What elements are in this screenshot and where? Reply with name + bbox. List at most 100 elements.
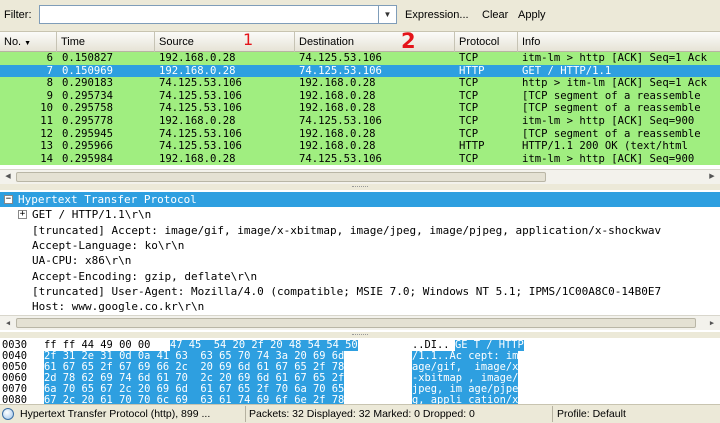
packet-no: 14 [40,152,53,165]
packet-time: 0.290183 [62,77,114,90]
packet-info: itm-lm > http [ACK] Seq=900 [522,115,695,127]
scrollbar-thumb[interactable] [16,318,696,328]
packet-protocol: TCP [459,52,479,64]
filter-input[interactable] [39,5,379,24]
packet-list-header: No. ▼ Time Source Destination Protocol In… [0,32,720,52]
packet-row[interactable]: 14 0.295984 192.168.0.28 74.125.53.106 TCP it… [0,152,720,166]
packet-info: [TCP segment of a reassemble [522,102,701,115]
packet-protocol: TCP [459,115,479,127]
packet-source: 74.125.53.106 [159,77,242,90]
packet-info: itm-lm > http [ACK] Seq=1 Ack [522,52,707,64]
filter-toolbar: Filter: ▼ Expression... Clear Apply [0,0,720,32]
detail-row[interactable]: Accept-Language: ko\r\n [0,238,720,253]
splitter-grip [352,186,368,188]
packet-info: [TCP segment of a reassemble [522,127,701,140]
scroll-right-icon[interactable]: ▶ [705,317,719,329]
expression-button[interactable]: Expression... [405,9,469,21]
column-header-time[interactable]: Time [57,32,155,52]
packet-row[interactable]: 7 0.150969 192.168.0.28 74.125.53.106 HTTP GE… [0,64,720,78]
packet-no: 11 [40,115,53,127]
detail-row[interactable]: [truncated] User-Agent: Mozilla/4.0 (com… [0,284,720,299]
collapse-icon[interactable]: − [4,195,13,204]
splitter-grip [352,334,368,336]
bytes-ascii-selected: g, appli cation/x [412,394,519,404]
scroll-right-icon[interactable]: ▶ [705,171,719,183]
packet-source: 74.125.53.106 [159,102,242,115]
detail-text: UA-CPU: x86\r\n [32,254,132,268]
detail-row[interactable]: Host: www.google.co.kr\r\n [0,299,720,314]
packet-protocol: HTTP [459,140,485,153]
packet-destination: 74.125.53.106 [299,115,382,127]
packet-row[interactable]: 11 0.295778 192.168.0.28 74.125.53.106 TCP it… [0,115,720,128]
apply-button[interactable]: Apply [518,9,546,21]
detail-text: Host: www.google.co.kr\r\n [32,300,205,314]
packet-list[interactable]: No. ▼ Time Source Destination Protocol In… [0,32,720,184]
detail-row[interactable]: Accept-Encoding: gzip, deflate\r\n [0,269,720,284]
packet-no: 12 [40,127,53,140]
packet-protocol: TCP [459,102,479,115]
packet-info: itm-lm > http [ACK] Seq=900 [522,152,695,165]
packet-protocol: TCP [459,152,479,165]
packet-destination: 192.168.0.28 [299,102,376,115]
detail-text: Hypertext Transfer Protocol [18,193,197,206]
packet-no: 10 [40,102,53,115]
packet-no: 9 [46,89,53,102]
detail-text: [truncated] User-Agent: Mozilla/4.0 (com… [32,284,662,298]
packet-time: 0.150969 [62,64,114,77]
detail-row[interactable]: + GET / HTTP/1.1\r\n [0,207,720,222]
detail-row[interactable]: [truncated] Accept: image/gif, image/x-x… [0,223,720,238]
status-protocol-text: Hypertext Transfer Protocol (http), 899 … [20,408,211,420]
scrollbar-thumb[interactable] [16,172,546,182]
packet-source: 74.125.53.106 [159,89,242,102]
packet-row[interactable]: 10 0.295758 74.125.53.106 192.168.0.28 TCP [T… [0,102,720,115]
detail-text: Accept-Encoding: gzip, deflate\r\n [32,269,258,283]
column-header-no[interactable]: No. ▼ [0,32,57,52]
packet-protocol: HTTP [459,64,485,77]
packet-row[interactable]: 12 0.295945 74.125.53.106 192.168.0.28 TCP [T… [0,127,720,141]
info-circle-icon[interactable] [2,408,14,420]
packet-destination: 74.125.53.106 [299,52,382,64]
packet-row[interactable]: 6 0.150827 192.168.0.28 74.125.53.106 TCP itm… [0,52,720,65]
packet-time: 0.295984 [62,152,114,165]
filter-label: Filter: [4,9,32,21]
packet-time: 0.295966 [62,140,114,153]
bytes-hex-selected: 67 2c 20 61 70 70 6c 69 63 61 74 69 6f 6… [44,394,345,404]
packet-source: 192.168.0.28 [159,64,236,77]
details-scrollbar[interactable]: ◀ ▶ [0,315,720,330]
status-profile[interactable]: Profile: Default [552,406,720,422]
column-header-source[interactable]: Source [155,32,295,52]
packet-time: 0.295778 [62,115,114,127]
packet-row[interactable]: 13 0.295966 74.125.53.106 192.168.0.28 HTTP H… [0,140,720,153]
scroll-left-icon[interactable]: ◀ [1,317,15,329]
detail-row[interactable]: UA-CPU: x86\r\n [0,253,720,268]
packet-source: 192.168.0.28 [159,52,236,64]
packet-bytes-pane[interactable]: 0030 ff ff 44 49 00 00 47 45 54 20 2f 20 … [0,338,720,404]
packet-destination: 192.168.0.28 [299,77,376,90]
packet-no: 13 [40,140,53,153]
packet-protocol: TCP [459,89,479,102]
packet-destination: 74.125.53.106 [299,152,382,165]
packet-row[interactable]: 8 0.290183 74.125.53.106 192.168.0.28 TCP htt… [0,77,720,90]
packet-no: 7 [46,64,53,77]
packet-source: 74.125.53.106 [159,140,242,153]
column-header-protocol[interactable]: Protocol [455,32,518,52]
packet-list-scrollbar[interactable]: ◀ ▶ [0,169,720,184]
status-bar: Hypertext Transfer Protocol (http), 899 … [0,404,720,423]
column-header-info[interactable]: Info [518,32,720,52]
packet-row[interactable]: 9 0.295734 74.125.53.106 192.168.0.28 TCP [TC… [0,89,720,103]
filter-dropdown-button[interactable]: ▼ [379,5,397,24]
packet-source: 74.125.53.106 [159,127,242,140]
packet-protocol: TCP [459,77,479,90]
packet-info: [TCP segment of a reassemble [522,89,701,102]
expand-icon[interactable]: + [18,210,27,220]
packet-time: 0.295758 [62,102,114,115]
chevron-down-icon: ▼ [24,40,32,47]
clear-button[interactable]: Clear [482,9,508,21]
packet-details-pane[interactable]: − Hypertext Transfer Protocol + GET / HTTP/… [0,190,720,332]
detail-row-http[interactable]: − Hypertext Transfer Protocol [0,192,720,208]
bytes-row[interactable]: 0080 67 2c 20 61 70 70 6c 69 63 61 74 69 … [0,395,720,404]
scroll-left-icon[interactable]: ◀ [1,171,15,183]
packet-info: GET / HTTP/1.1 [522,64,612,77]
detail-text: GET / HTTP/1.1\r\n [32,208,152,222]
column-header-destination[interactable]: Destination [295,32,455,52]
